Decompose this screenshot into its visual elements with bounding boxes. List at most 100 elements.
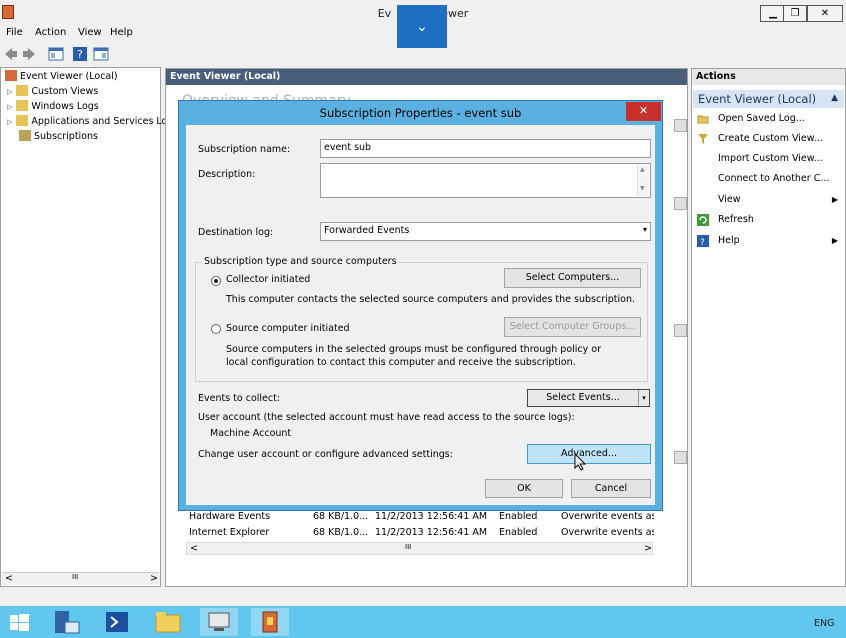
expand-arrow-icon[interactable]: ▷	[7, 103, 12, 111]
subscription-type-group: Subscription type and source computers C…	[195, 256, 648, 382]
description-textarea[interactable]: ▲ ▼	[320, 163, 651, 198]
action-help[interactable]: Help	[718, 235, 740, 246]
collapse-button[interactable]	[674, 451, 687, 464]
description-scrollbar[interactable]: ▲ ▼	[637, 165, 649, 196]
action-create-custom-view[interactable]: Create Custom View...	[718, 133, 823, 144]
folder-icon	[16, 115, 29, 126]
action-connect-another[interactable]: Connect to Another C...	[718, 173, 829, 184]
collapse-button[interactable]	[674, 119, 687, 132]
tree-item-applications-services[interactable]: ▷ Applications and Services Lo	[7, 115, 167, 127]
forward-arrow-icon[interactable]	[21, 46, 37, 62]
folder-icon	[16, 100, 29, 111]
tree-root[interactable]: Event Viewer (Local)	[5, 70, 118, 82]
user-account-label: User account (the selected account must …	[198, 412, 575, 423]
event-viewer-taskbar-icon[interactable]	[251, 608, 289, 636]
svg-text:?: ?	[700, 238, 705, 247]
action-view[interactable]: View	[718, 194, 741, 205]
toolbar: ?	[0, 43, 846, 65]
scroll-up-icon[interactable]: ▲	[640, 166, 645, 173]
collapse-button[interactable]	[674, 324, 687, 337]
scroll-right-icon[interactable]: >	[644, 543, 652, 554]
collector-initiated-radio[interactable]	[211, 276, 221, 286]
list-horizontal-scrollbar[interactable]: < III >	[186, 542, 653, 555]
tree-item-label: Custom Views	[31, 86, 99, 97]
menu-action[interactable]: Action	[35, 27, 66, 38]
dropdown-arrow-icon[interactable]: ▾	[638, 390, 649, 406]
dialog-body: Subscription name: event sub Description…	[186, 125, 655, 505]
tree-item-label: Windows Logs	[31, 101, 99, 112]
source-description-line1: Source computers in the selected groups …	[226, 344, 602, 355]
horizontal-scrollbar[interactable]: < III >	[2, 572, 159, 585]
destination-log-select[interactable]: Forwarded Events ▾	[320, 222, 651, 241]
cell-policy: Overwrite events as n	[561, 511, 654, 522]
taskbar: ENG	[0, 606, 846, 638]
subscription-name-input[interactable]: event sub	[320, 139, 651, 158]
cancel-button[interactable]: Cancel	[571, 479, 651, 498]
scroll-left-icon[interactable]: <	[190, 543, 198, 554]
remote-desktop-icon[interactable]	[200, 608, 238, 636]
tree-item-custom-views[interactable]: ▷ Custom Views	[7, 85, 98, 97]
action-open-saved-log[interactable]: Open Saved Log...	[718, 113, 805, 124]
language-indicator[interactable]: ENG	[814, 618, 834, 629]
menu-view[interactable]: View	[78, 27, 102, 38]
collector-initiated-label[interactable]: Collector initiated	[226, 274, 310, 285]
event-viewer-icon	[5, 70, 17, 81]
actions-section-label: Event Viewer (Local)	[698, 92, 817, 106]
back-arrow-icon[interactable]	[3, 46, 19, 62]
cell-policy: Overwrite events as n	[561, 527, 654, 538]
action-import-custom-view[interactable]: Import Custom View...	[718, 153, 823, 164]
source-initiated-radio[interactable]	[211, 324, 221, 334]
tree-item-label: Subscriptions	[34, 131, 98, 142]
show-action-pane-icon[interactable]	[93, 46, 109, 62]
cell-enabled: Enabled	[499, 527, 538, 538]
scroll-left-icon[interactable]: <	[5, 573, 13, 584]
cell-enabled: Enabled	[499, 511, 538, 522]
help-icon[interactable]: ?	[72, 46, 88, 62]
maximize-button[interactable]: ❐	[783, 5, 807, 22]
help-icon: ?	[697, 235, 709, 247]
close-window-button[interactable]: ✕	[807, 5, 843, 22]
subscriptions-icon	[19, 130, 31, 141]
powershell-icon[interactable]	[98, 608, 136, 636]
center-header: Event Viewer (Local)	[166, 69, 687, 85]
console-tree: Event Viewer (Local) ▷ Custom Views ▷ Wind…	[0, 67, 167, 587]
collapse-up-icon[interactable]: ▲	[831, 93, 838, 103]
submenu-arrow-icon: ▶	[831, 236, 838, 245]
windows-start-icon[interactable]	[0, 608, 38, 636]
menu-help[interactable]: Help	[110, 27, 133, 38]
source-initiated-label[interactable]: Source computer initiated	[226, 323, 350, 334]
subscription-name-label: Subscription name:	[198, 144, 291, 155]
select-computer-groups-button[interactable]: Select Computer Groups...	[504, 317, 641, 337]
open-folder-icon	[697, 115, 709, 124]
table-row[interactable]: Hardware Events 68 KB/1.0... 11/2/2013 1…	[183, 509, 668, 525]
dialog-close-button[interactable]: ✕	[626, 102, 661, 121]
submenu-arrow-icon: ▶	[831, 195, 838, 204]
tree-item-windows-logs[interactable]: ▷ Windows Logs	[7, 100, 99, 112]
collapse-button[interactable]	[674, 197, 687, 210]
description-label: Description:	[198, 169, 256, 180]
select-events-label: Select Events...	[546, 392, 620, 403]
scroll-down-icon[interactable]: ▼	[640, 185, 645, 192]
scroll-thumb[interactable]: III	[72, 573, 78, 581]
actions-header: Actions	[692, 69, 845, 85]
tree-item-subscriptions[interactable]: Subscriptions	[19, 130, 98, 142]
cell-size: 68 KB/1.0...	[313, 527, 369, 538]
action-refresh[interactable]: Refresh	[718, 214, 754, 225]
app-title-left: Ev	[377, 7, 392, 20]
expand-arrow-icon[interactable]: ▷	[7, 88, 12, 96]
actions-section[interactable]: Event Viewer (Local) ▲	[693, 90, 844, 108]
scroll-right-icon[interactable]: >	[150, 573, 158, 584]
table-row[interactable]: Internet Explorer 68 KB/1.0... 11/2/2013…	[183, 525, 668, 541]
scroll-thumb[interactable]: III	[405, 543, 411, 551]
select-events-button[interactable]: Select Events... ▾	[527, 389, 650, 407]
menu-file[interactable]: File	[6, 27, 23, 38]
events-to-collect-label: Events to collect:	[198, 393, 281, 404]
show-hide-tree-icon[interactable]	[48, 46, 64, 62]
ok-button[interactable]: OK	[485, 479, 563, 498]
expand-arrow-icon[interactable]: ▷	[7, 118, 12, 126]
advanced-button[interactable]: Advanced...	[527, 444, 651, 464]
dialog-title: Subscription Properties - event sub	[319, 106, 522, 120]
file-explorer-icon[interactable]	[149, 608, 187, 636]
server-manager-icon[interactable]	[47, 608, 85, 636]
select-computers-button[interactable]: Select Computers...	[504, 268, 641, 288]
